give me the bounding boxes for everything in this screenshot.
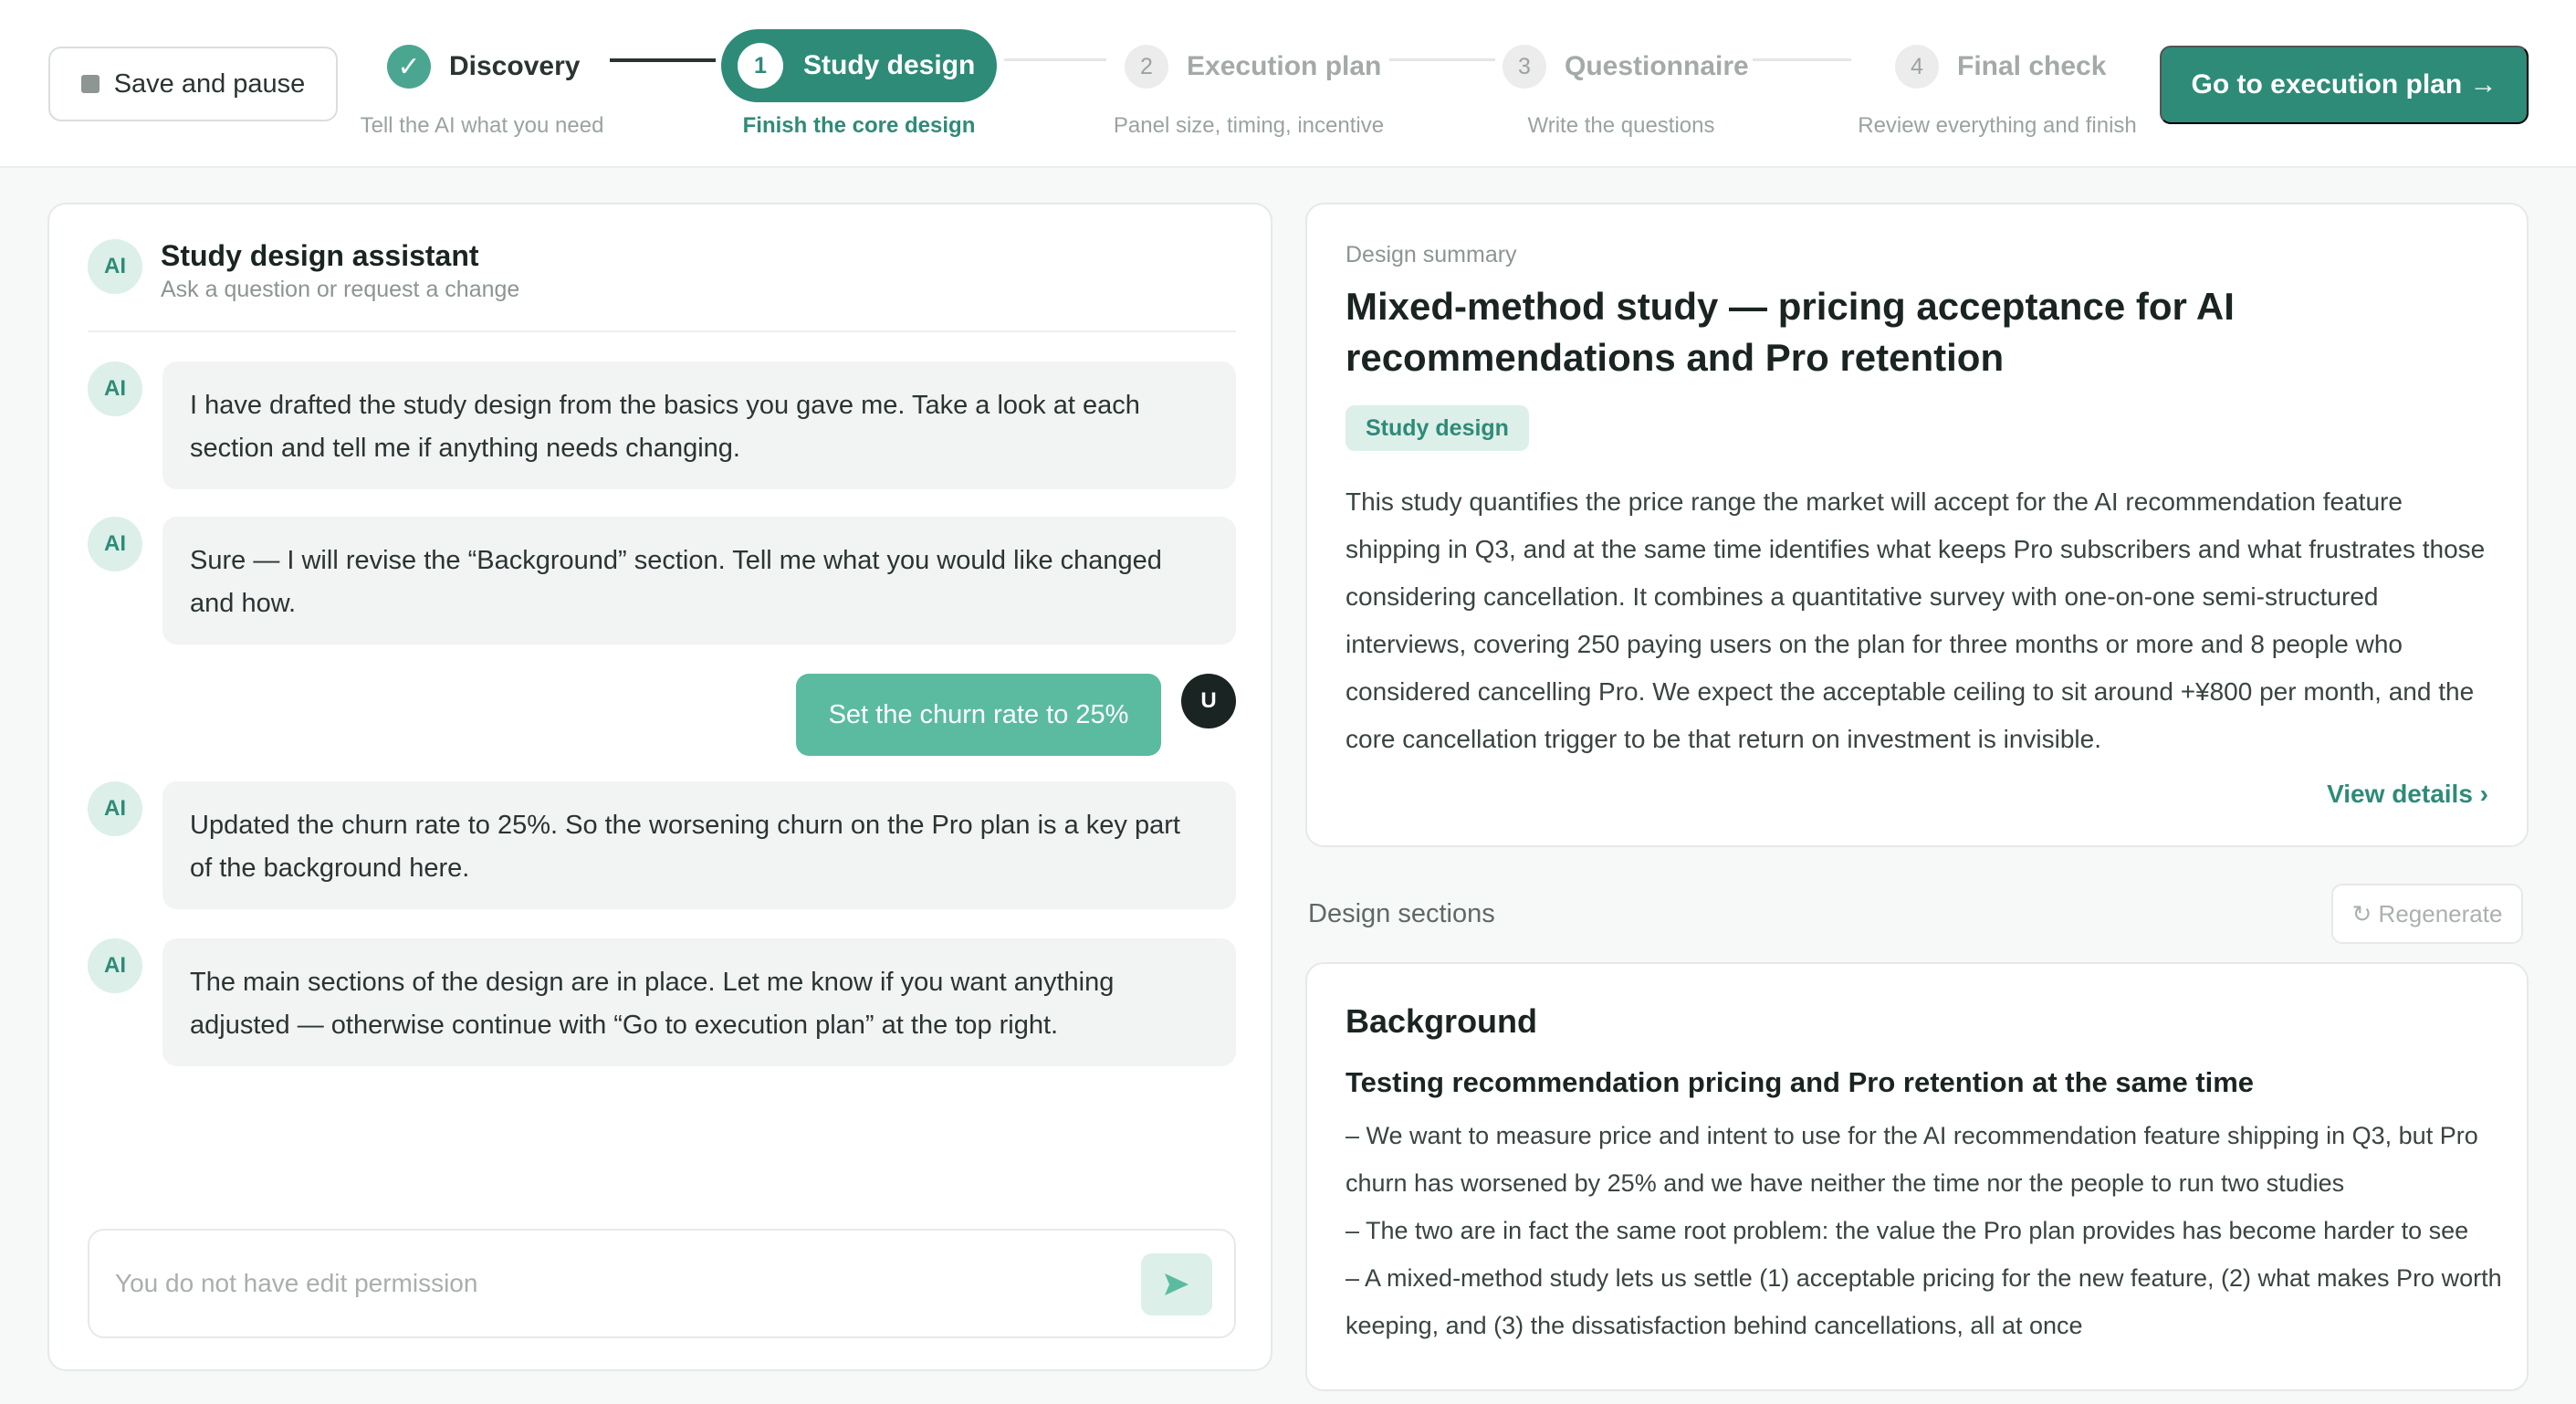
step-label: Discovery xyxy=(449,51,581,81)
summary-eyebrow: Design summary xyxy=(1346,242,1517,267)
step-execution-plan[interactable]: 2 Execution plan xyxy=(1125,45,1381,89)
step-questionnaire[interactable]: 3 Questionnaire xyxy=(1503,45,1749,89)
regenerate-button[interactable]: ↻ Regenerate xyxy=(2331,884,2523,944)
step-label: Study design xyxy=(803,50,976,80)
step-connector xyxy=(610,58,716,62)
step-label: Questionnaire xyxy=(1565,51,1749,81)
step-subtitle: Review everything and finish xyxy=(1858,113,2137,138)
chat-input[interactable] xyxy=(115,1258,1028,1309)
top-bar: Save and pause ✓ Discovery Tell the AI w… xyxy=(0,0,2576,168)
assistant-avatar: AI xyxy=(88,239,142,294)
step-connector xyxy=(1753,58,1851,61)
chat-panel: AI Study design assistant Ask a question… xyxy=(47,203,1272,1371)
go-to-execution-plan-button[interactable]: Go to execution plan → xyxy=(2160,46,2529,124)
check-icon: ✓ xyxy=(387,45,431,89)
summary-body: This study quantifies the price range th… xyxy=(1346,487,2486,753)
step-discovery[interactable]: ✓ Discovery xyxy=(387,45,580,89)
divider xyxy=(88,330,1236,332)
view-details-link[interactable]: View details › xyxy=(2327,780,2488,809)
section-bullet: – We want to measure price and intent to… xyxy=(1346,1122,2478,1197)
save-and-pause-label: Save and pause xyxy=(113,68,306,99)
user-message: Set the churn rate to 25% xyxy=(796,674,1161,756)
ai-avatar: AI xyxy=(88,361,142,416)
ai-avatar: AI xyxy=(88,517,142,571)
chat-subtitle: Ask a question or request a change xyxy=(161,277,520,302)
chat-title: Study design assistant xyxy=(161,239,479,272)
status-badge: Study design xyxy=(1346,405,1529,451)
design-summary-card: Design summary Mixed-method study — pric… xyxy=(1305,203,2529,847)
ai-avatar: AI xyxy=(88,938,142,993)
section-card-background: Background Testing recommendation pricin… xyxy=(1305,962,2529,1391)
step-number: 4 xyxy=(1895,45,1939,89)
step-label: Execution plan xyxy=(1187,51,1382,81)
send-button[interactable] xyxy=(1141,1253,1212,1315)
ai-avatar: AI xyxy=(88,781,142,836)
design-sections-label: Design sections xyxy=(1308,899,1495,928)
step-final-check[interactable]: 4 Final check xyxy=(1895,45,2106,89)
ai-message: The main sections of the design are in p… xyxy=(162,938,1236,1066)
step-label: Final check xyxy=(1957,51,2107,81)
stop-square-icon xyxy=(80,75,99,93)
step-subtitle: Finish the core design xyxy=(742,113,976,138)
step-subtitle: Write the questions xyxy=(1527,113,1715,138)
save-and-pause-button[interactable]: Save and pause xyxy=(48,47,338,121)
step-number: 2 xyxy=(1125,45,1168,89)
step-number: 3 xyxy=(1503,45,1546,89)
chat-input-box xyxy=(88,1229,1236,1338)
step-subtitle: Panel size, timing, incentive xyxy=(1113,113,1385,138)
section-title: Background xyxy=(1346,1002,1538,1040)
ai-message: I have drafted the study design from the… xyxy=(162,361,1236,489)
section-body: – We want to measure price and intent to… xyxy=(1346,1112,2505,1349)
ai-message: Updated the churn rate to 25%. So the wo… xyxy=(162,781,1236,909)
step-number: 1 xyxy=(738,43,783,89)
section-bullet: – A mixed-method study lets us settle (1… xyxy=(1346,1264,2502,1339)
send-arrow-icon xyxy=(1165,1273,1189,1295)
step-connector xyxy=(1389,58,1495,61)
section-bullet: – The two are in fact the same root prob… xyxy=(1346,1217,2469,1244)
section-subtitle: Testing recommendation pricing and Pro r… xyxy=(1346,1066,2255,1098)
step-connector xyxy=(1004,58,1106,61)
summary-title: Mixed-method study — pricing acceptance … xyxy=(1346,285,2235,379)
ai-message: Sure — I will revise the “Background” se… xyxy=(162,517,1236,644)
step-study-design[interactable]: 1 Study design xyxy=(721,29,997,102)
step-subtitle: Tell the AI what you need xyxy=(360,113,604,138)
user-avatar: U xyxy=(1181,674,1236,728)
